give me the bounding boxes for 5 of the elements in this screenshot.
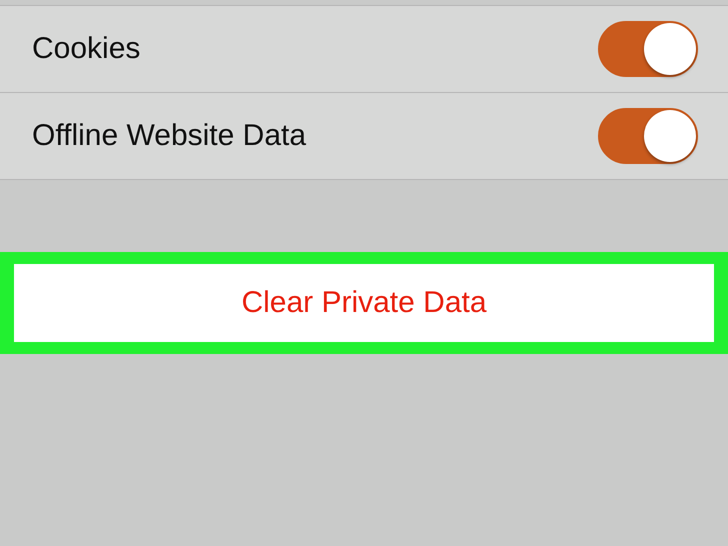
clear-data-button[interactable]: Clear Private Data	[14, 264, 714, 342]
setting-label: Cookies	[32, 32, 142, 66]
toggle-switch[interactable]	[598, 108, 698, 164]
toggle-switch[interactable]	[598, 21, 698, 77]
setting-label: Offline Website Data	[32, 119, 308, 153]
